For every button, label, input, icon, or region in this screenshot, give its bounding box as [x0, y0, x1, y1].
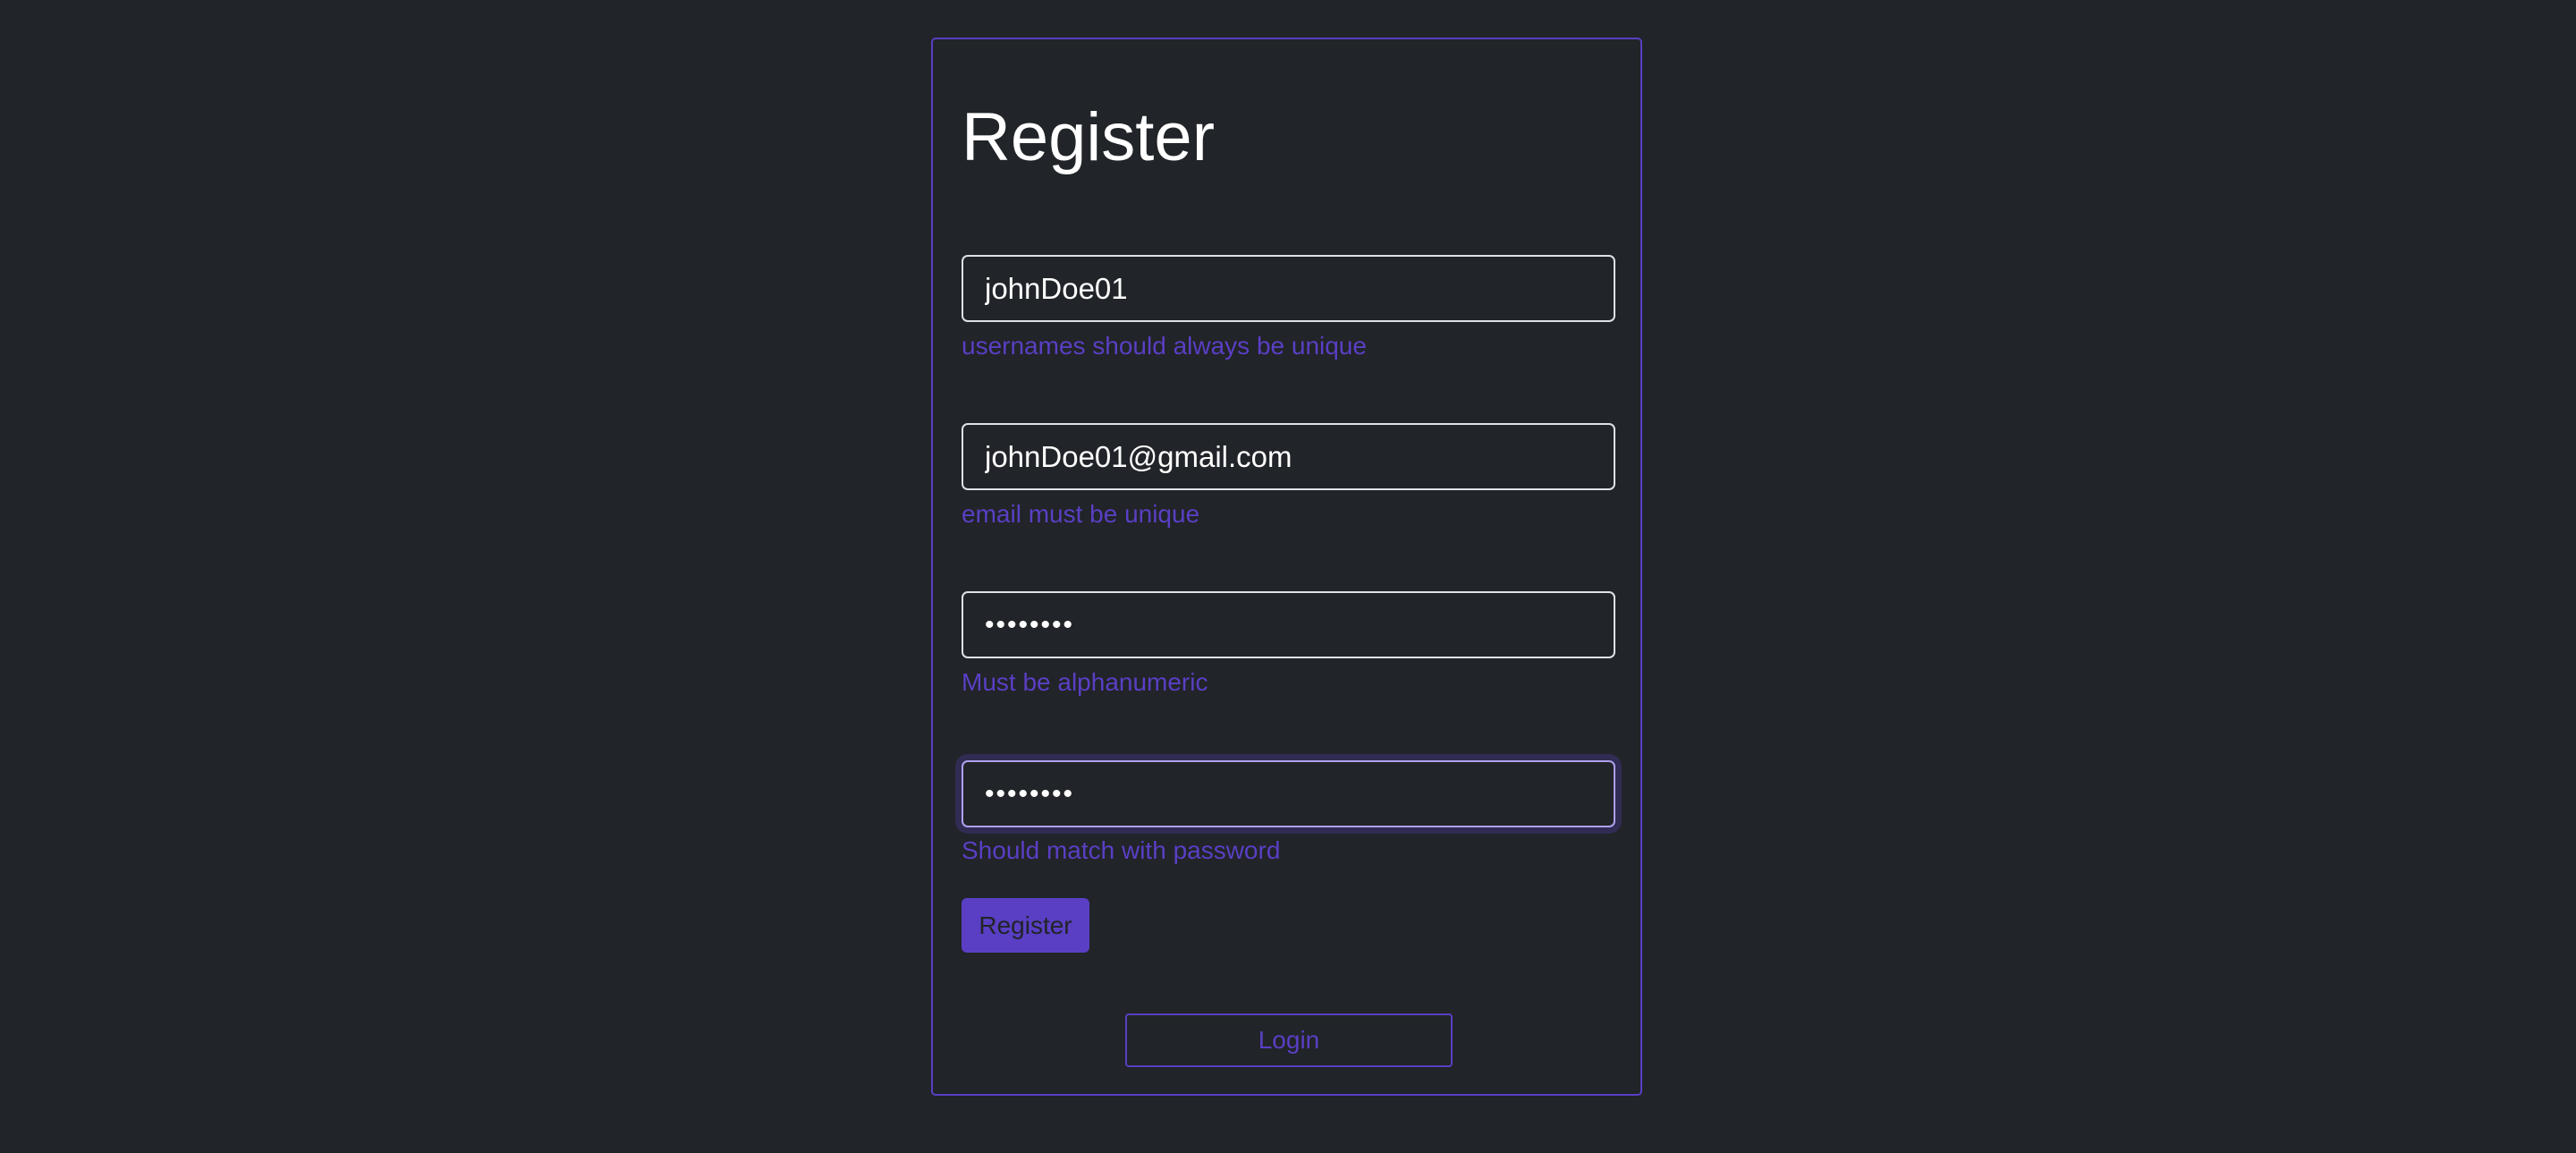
login-button[interactable]: Login [1125, 1013, 1453, 1067]
username-input[interactable] [962, 255, 1615, 322]
email-input[interactable] [962, 423, 1615, 490]
username-hint: usernames should always be unique [962, 332, 1367, 360]
email-hint: email must be unique [962, 500, 1200, 528]
register-button[interactable]: Register [962, 898, 1089, 953]
confirm-password-hint: Should match with password [962, 836, 1281, 864]
register-card: Register usernames should always be uniq… [931, 38, 1642, 1096]
password-hint: Must be alphanumeric [962, 668, 1208, 696]
confirm-password-input[interactable] [962, 760, 1615, 827]
password-input[interactable] [962, 591, 1615, 658]
page-title: Register [962, 99, 1215, 175]
